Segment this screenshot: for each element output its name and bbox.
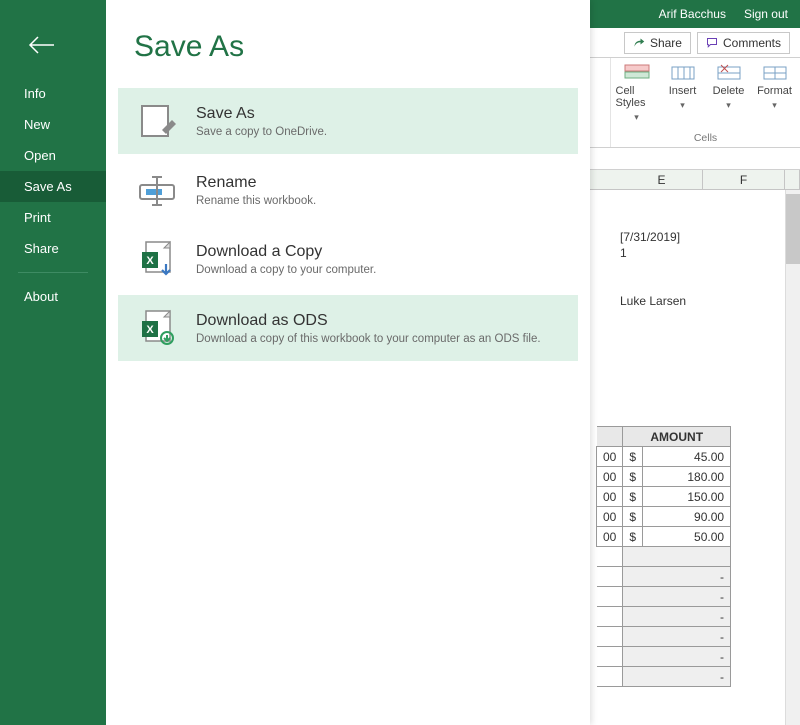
cell-styles-label: Cell Styles [616,85,658,109]
truncated-cell[interactable]: 00 [597,487,623,507]
amount-table: AMOUNT 00$45.00 00$180.00 00$150.00 00$9… [596,426,731,687]
option-title: Save As [196,105,327,123]
dropdown-arrow-icon: ▾ [726,100,731,111]
option-rename[interactable]: Rename Rename this workbook. [118,157,578,223]
share-button[interactable]: Share [624,32,691,54]
amount-cell[interactable]: 45.00 [643,447,731,467]
cell-one[interactable]: 1 [620,246,627,260]
format-button[interactable]: Format ▾ [754,64,796,132]
dash-cell[interactable]: - [623,647,731,667]
amount-cell[interactable]: 50.00 [643,527,731,547]
column-header-f[interactable]: F [703,170,785,189]
cell-styles-button[interactable]: Cell Styles ▾ [616,64,658,132]
svg-text:X: X [146,324,154,336]
share-icon [633,37,645,49]
option-download-copy[interactable]: X Download a Copy Download a copy to you… [118,226,578,292]
amount-cell[interactable]: 90.00 [643,507,731,527]
format-label: Format [757,85,792,97]
comments-button[interactable]: Comments [697,32,790,54]
currency-cell[interactable]: $ [623,507,643,527]
nav-info[interactable]: Info [0,78,106,109]
dash-cell[interactable]: - [623,607,731,627]
user-name-label[interactable]: Arif Bacchus [659,7,726,21]
comments-label: Comments [723,36,781,50]
amount-header: AMOUNT [623,427,731,447]
scroll-thumb[interactable] [786,194,800,264]
nav-open[interactable]: Open [0,140,106,171]
cells-group-label: Cells [694,132,717,147]
comments-icon [706,37,718,49]
cell-name[interactable]: Luke Larsen [620,294,686,308]
back-button[interactable] [22,26,60,64]
file-side-nav: Info New Open Save As Print Share About [0,0,106,725]
save-as-main: Save As Save As Save a copy to OneDrive.… [106,0,590,725]
truncated-cell[interactable]: 00 [597,527,623,547]
save-as-icon [136,100,178,142]
format-icon [762,64,788,82]
option-desc: Download a copy to your computer. [196,264,376,276]
insert-label: Insert [669,85,697,97]
amount-cell[interactable]: 150.00 [643,487,731,507]
column-header-e[interactable]: E [621,170,703,189]
option-title: Rename [196,174,316,192]
truncated-cell[interactable]: 00 [597,467,623,487]
sign-out-link[interactable]: Sign out [744,7,788,21]
option-save-as[interactable]: Save As Save a copy to OneDrive. [118,88,578,154]
dash-cell[interactable]: - [623,587,731,607]
cell-styles-icon [624,64,650,82]
nav-share[interactable]: Share [0,233,106,264]
option-title: Download a Copy [196,243,376,261]
delete-button[interactable]: Delete ▾ [708,64,750,132]
download-ods-icon: X [136,307,178,349]
dropdown-arrow-icon: ▾ [680,100,685,111]
option-download-ods[interactable]: X Download as ODS Download a copy of thi… [118,295,578,361]
delete-label: Delete [713,85,745,97]
cell-date[interactable]: [7/31/2019] [620,230,680,244]
nav-new[interactable]: New [0,109,106,140]
truncated-cell[interactable]: 00 [597,447,623,467]
amount-cell[interactable]: 180.00 [643,467,731,487]
nav-print[interactable]: Print [0,202,106,233]
dash-cell[interactable]: - [623,627,731,647]
nav-about[interactable]: About [0,281,106,312]
insert-button[interactable]: Insert ▾ [662,64,704,132]
dropdown-arrow-icon: ▾ [634,112,639,123]
option-desc: Save a copy to OneDrive. [196,126,327,138]
share-label: Share [650,36,682,50]
nav-save-as[interactable]: Save As [0,171,106,202]
download-copy-icon: X [136,238,178,280]
cells-group: Cell Styles ▾ Insert ▾ Delete ▾ Format ▾ [610,58,800,147]
currency-cell[interactable]: $ [623,447,643,467]
option-title: Download as ODS [196,312,541,330]
truncated-cell[interactable]: 00 [597,507,623,527]
option-desc: Rename this workbook. [196,195,316,207]
file-backstage-pane: Info New Open Save As Print Share About … [0,0,590,725]
dash-cell[interactable]: - [623,667,731,687]
svg-text:X: X [146,255,154,267]
insert-icon [670,64,696,82]
currency-cell[interactable]: $ [623,527,643,547]
back-arrow-icon [26,33,56,57]
page-title: Save As [134,30,590,64]
vertical-scrollbar[interactable] [785,190,800,725]
rename-icon [136,169,178,211]
option-desc: Download a copy of this workbook to your… [196,333,541,345]
nav-separator [18,272,88,273]
dash-cell[interactable]: - [623,567,731,587]
currency-cell[interactable]: $ [623,487,643,507]
dropdown-arrow-icon: ▾ [772,100,777,111]
delete-icon [716,64,742,82]
currency-cell[interactable]: $ [623,467,643,487]
